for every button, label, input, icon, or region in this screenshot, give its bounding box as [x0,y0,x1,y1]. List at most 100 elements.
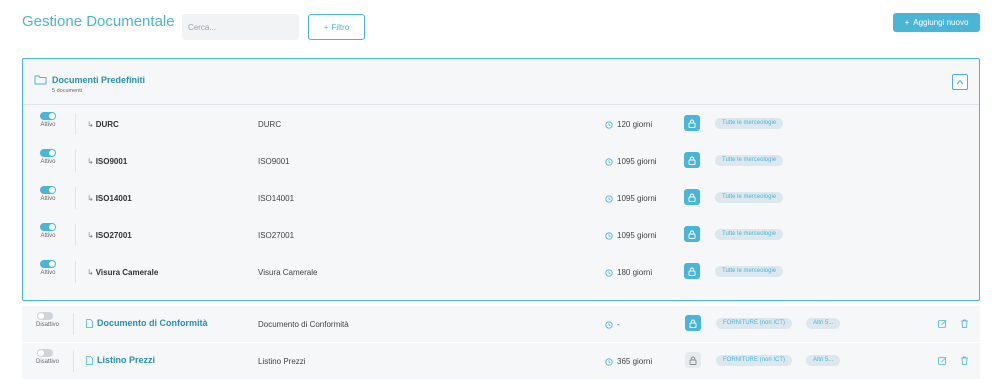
lock-button[interactable] [684,152,700,168]
lock-icon [688,119,696,128]
lock-icon [688,156,696,165]
category-tag: FORNITURE (non ICT) [716,355,793,366]
status-toggle[interactable]: Disattivo [36,349,60,365]
validity-days: - [605,320,620,329]
search-input[interactable] [182,14,299,40]
toggle-switch[interactable] [40,223,56,231]
folder-icon [34,75,47,85]
lock-button[interactable] [684,189,700,205]
document-description: DURC [258,120,282,129]
status-label: Disattivo [36,359,60,365]
more-categories-tag[interactable]: Altri 5... [806,318,841,329]
table-row: Attivo ↳ ISO27001 ISO27001 1095 giorni Tu… [23,217,979,254]
category-tag: Tutte le merceologie [715,192,784,203]
document-description: Listino Prezzi [258,357,306,366]
status-toggle[interactable]: Attivo [39,186,57,202]
lock-button[interactable] [685,352,701,368]
category-tag: Tutte le merceologie [715,155,784,166]
document-row: Disattivo Listino Prezzi Listino Prezzi … [22,343,980,379]
validity-days-text: 1095 giorni [617,157,657,166]
predefined-documents-group: Documenti Predefiniti 5 documenti Attivo… [22,58,980,301]
clock-icon [605,320,613,329]
lock-icon [688,230,696,239]
divider [75,187,76,209]
subdirectory-arrow-icon: ↳ [87,157,94,166]
document-name[interactable]: Documento di Conformità [97,318,208,328]
group-subtitle: 5 documenti [52,88,82,94]
document-description: Documento di Conformità [258,320,349,329]
validity-days: 180 giorni [605,268,652,277]
subdirectory-arrow-icon: ↳ [87,268,94,277]
document-name-text: ISO27001 [95,231,132,240]
status-toggle[interactable]: Attivo [39,223,57,239]
file-icon [86,319,93,328]
toggle-switch[interactable] [40,149,56,157]
edit-icon[interactable] [938,319,947,328]
chevron-up-icon [956,79,964,85]
trash-icon[interactable] [960,319,969,328]
clock-icon [605,194,613,203]
document-name[interactable]: ↳ ISO9001 [87,157,127,166]
category-tag: Tutte le merceologie [715,229,784,240]
toggle-switch[interactable] [37,349,53,357]
document-name[interactable]: ↳ ISO14001 [87,194,132,203]
collapse-button[interactable] [952,74,968,90]
toggle-switch[interactable] [37,312,53,320]
table-row: Attivo ↳ DURC DURC 120 giorni Tutte le me… [23,106,979,143]
validity-days: 120 giorni [605,120,652,129]
table-row: Attivo ↳ ISO9001 ISO9001 1095 giorni Tutt… [23,143,979,180]
document-name-text: DURC [95,120,119,129]
top-bar: Gestione Documentale + Filtro + Aggiungi… [0,0,1002,56]
status-toggle[interactable]: Attivo [39,260,57,276]
document-name[interactable]: ↳ DURC [87,120,119,129]
validity-days: 365 giorni [605,357,652,366]
page-title: Gestione Documentale [22,13,175,30]
toggle-switch[interactable] [40,112,56,120]
document-description: Visura Camerale [258,268,318,277]
lock-button[interactable] [685,315,701,331]
unlock-icon [689,356,697,365]
divider [75,113,76,135]
validity-days-text: - [617,320,620,329]
document-name-text: ISO9001 [95,157,128,166]
status-label: Attivo [40,159,56,165]
status-toggle[interactable]: Disattivo [36,312,60,328]
add-new-button[interactable]: + Aggiungi nuovo [893,13,980,32]
clock-icon [605,268,613,277]
table-row: Attivo ↳ ISO14001 ISO14001 1095 giorni Tu… [23,180,979,217]
divider [73,313,74,335]
status-toggle[interactable]: Attivo [39,149,57,165]
divider [73,350,74,372]
document-name[interactable]: Listino Prezzi [97,355,155,365]
validity-days-text: 1095 giorni [617,231,657,240]
lock-button[interactable] [684,226,700,242]
more-categories-tag[interactable]: Altri 5... [806,355,841,366]
trash-icon[interactable] [960,356,969,365]
clock-icon [605,157,613,166]
lock-button[interactable] [684,115,700,131]
document-description: ISO27001 [258,231,295,240]
toggle-switch[interactable] [40,260,56,268]
filter-button[interactable]: + Filtro [308,14,365,40]
document-row: Disattivo Documento di Conformità Docume… [22,306,980,342]
lock-button[interactable] [684,263,700,279]
group-header[interactable]: Documenti Predefiniti 5 documenti [23,59,979,105]
validity-days: 1095 giorni [605,194,657,203]
edit-icon[interactable] [938,356,947,365]
status-toggle[interactable]: Attivo [39,112,57,128]
document-name[interactable]: ↳ ISO27001 [87,231,132,240]
toggle-switch[interactable] [40,186,56,194]
clock-icon [605,231,613,240]
validity-days-text: 365 giorni [617,357,653,366]
validity-days-text: 180 giorni [617,268,653,277]
document-name-text: ISO14001 [95,194,132,203]
subdirectory-arrow-icon: ↳ [87,194,94,203]
validity-days: 1095 giorni [605,157,657,166]
status-label: Disattivo [36,322,60,328]
plus-icon: + [323,22,329,32]
divider [75,224,76,246]
group-title: Documenti Predefiniti [52,75,146,85]
document-name[interactable]: ↳ Visura Camerale [87,268,158,277]
plus-icon: + [904,18,910,27]
lock-icon [688,267,696,276]
